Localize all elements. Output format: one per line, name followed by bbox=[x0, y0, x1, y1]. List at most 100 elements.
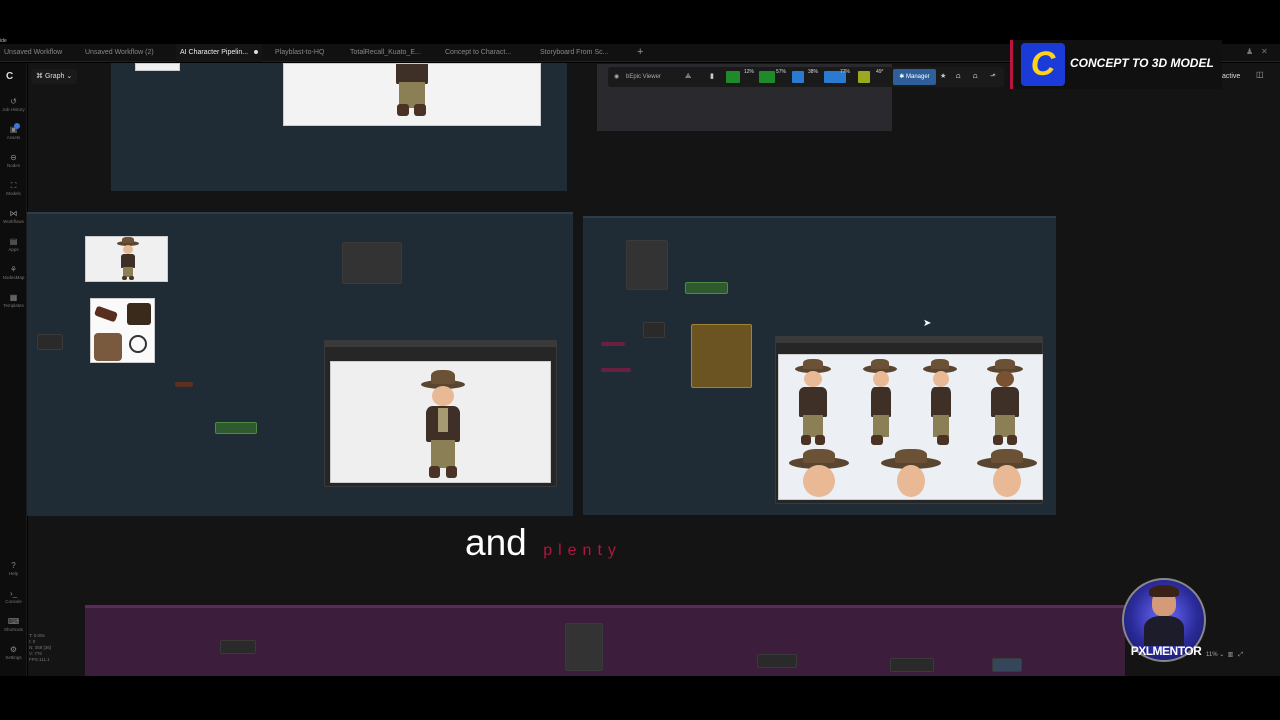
manager-icon: ✱ bbox=[899, 74, 906, 80]
tab-unsaved-workflow[interactable]: Unsaved Workflow bbox=[0, 44, 66, 62]
app-logo-icon[interactable]: C bbox=[6, 71, 13, 82]
sidebar-item-help[interactable]: ? Help bbox=[0, 561, 27, 576]
preview-node[interactable] bbox=[324, 340, 557, 487]
graph-mode-button[interactable]: ⌘ Graph ⌄ bbox=[31, 69, 78, 84]
unsaved-dot-icon bbox=[254, 50, 259, 55]
turnaround-sheet-image bbox=[778, 354, 1043, 500]
zoom-control[interactable]: 11% ⌄ ▥ ⤢ bbox=[1206, 651, 1243, 659]
star-icon[interactable]: ★ bbox=[940, 67, 946, 87]
tab-storyboard[interactable]: Storyboard From Sc... bbox=[536, 44, 612, 62]
node-box[interactable] bbox=[890, 658, 934, 672]
notification-badge bbox=[14, 123, 20, 129]
tab-label: AI Character Pipelin... bbox=[180, 49, 249, 56]
node-group-top[interactable] bbox=[111, 63, 567, 191]
chevron-down-icon: ⌄ bbox=[1219, 652, 1226, 658]
cpu-bar bbox=[726, 71, 740, 83]
fit-view-icon[interactable]: ⤢ bbox=[1237, 652, 1243, 658]
whip-prop bbox=[93, 305, 119, 323]
user-icon[interactable]: ♟ bbox=[1246, 47, 1253, 56]
viewer-icon[interactable]: ◉ bbox=[614, 67, 619, 87]
temp-bar bbox=[858, 71, 870, 83]
node-box[interactable] bbox=[37, 334, 63, 350]
close-icon[interactable]: ✕ bbox=[1261, 47, 1268, 56]
caption-word-2: plenty bbox=[543, 542, 622, 559]
tab-concept-to-character[interactable]: Concept to Charact... bbox=[441, 44, 515, 62]
node-box[interactable] bbox=[643, 322, 665, 338]
history-icon: ↺ bbox=[10, 97, 17, 106]
character-figure bbox=[390, 64, 434, 125]
manager-button[interactable]: ✱ Manager bbox=[893, 69, 936, 85]
ram-value: 57% bbox=[776, 69, 787, 75]
node-box[interactable] bbox=[175, 382, 193, 387]
node-box[interactable] bbox=[342, 242, 402, 284]
sidebar-item-settings[interactable]: ⚙ Settings bbox=[0, 645, 27, 660]
console-icon: ›_ bbox=[9, 589, 18, 598]
node-box[interactable] bbox=[601, 368, 631, 372]
minimap-icon[interactable]: ▥ bbox=[1226, 652, 1235, 658]
viewer-label[interactable]: bEpic Viewer bbox=[626, 67, 661, 87]
mouse-cursor-icon: ➤ bbox=[923, 318, 932, 329]
gpu-bar bbox=[792, 71, 804, 83]
brush-icon[interactable]: ⬏ bbox=[990, 67, 996, 87]
app-root: ide ◉ bEpic Viewer ⟁ ▮ 12% 57% 38% 77% 4… bbox=[0, 0, 1280, 720]
bag-prop bbox=[127, 303, 151, 325]
tab-playblast[interactable]: Playblast-to-HQ bbox=[271, 44, 328, 62]
node-box[interactable] bbox=[691, 324, 752, 388]
node-box[interactable] bbox=[601, 342, 625, 346]
tab-unsaved-workflow-2[interactable]: Unsaved Workflow (2) bbox=[81, 44, 158, 62]
graph-icon: ⌘ bbox=[36, 73, 45, 80]
node-box[interactable] bbox=[685, 282, 728, 294]
ram-bar bbox=[759, 71, 775, 83]
mesh-icon[interactable]: ⟁ bbox=[685, 67, 691, 87]
bench-icon[interactable]: ⩍ bbox=[956, 67, 961, 87]
caption-word-1: and bbox=[465, 522, 527, 563]
brand-title: CONCEPT TO 3D MODEL bbox=[1070, 56, 1214, 70]
sidebar-item-shortcuts[interactable]: ⌨ Shortcuts bbox=[0, 617, 27, 632]
node-group-bottom[interactable] bbox=[85, 605, 1125, 676]
subtitle-caption: and plenty bbox=[465, 522, 622, 564]
sidebar-item-workflows[interactable]: ⋈ Workflows bbox=[0, 209, 27, 224]
add-tab-icon[interactable]: + bbox=[637, 44, 643, 62]
settings-icon: ⚙ bbox=[9, 645, 18, 654]
node-box[interactable] bbox=[626, 240, 668, 290]
sidebar-item-apps[interactable]: ▤ Apps bbox=[0, 237, 27, 252]
bench2-icon[interactable]: ⩍ bbox=[973, 67, 978, 87]
rope-prop bbox=[129, 335, 147, 353]
zoom-value: 11% bbox=[1206, 652, 1218, 658]
gpu-value: 38% bbox=[808, 69, 819, 75]
manager-label: Manager bbox=[906, 74, 930, 80]
sidebar-item-assets[interactable]: ▣ Assets bbox=[0, 123, 27, 140]
sidebar-item-templates[interactable]: ▦ Templates bbox=[0, 293, 27, 308]
node-box[interactable] bbox=[757, 654, 797, 668]
render-stats: T: 0.00s I: 0 N: 368 [36] V: 776 FPS:111… bbox=[29, 633, 52, 662]
node-group-right[interactable] bbox=[583, 216, 1056, 515]
panel-toggle-icon[interactable]: ◫ bbox=[1256, 70, 1264, 79]
bookmark-icon[interactable]: ▮ bbox=[710, 67, 714, 87]
sidebar-item-nodes[interactable]: ⊖ Nodes bbox=[0, 153, 27, 168]
workflows-icon: ⋈ bbox=[9, 209, 18, 218]
node-box[interactable] bbox=[220, 640, 256, 654]
letterbox-bottom bbox=[0, 676, 1280, 720]
cpu-value: 12% bbox=[744, 69, 755, 75]
sidebar-item-console[interactable]: ›_ Console bbox=[0, 589, 27, 604]
node-box[interactable] bbox=[215, 422, 257, 434]
tab-totalrecall[interactable]: TotalRecall_Kuato_E... bbox=[346, 44, 425, 62]
brand-logo: C bbox=[1021, 43, 1065, 86]
character-thumb bbox=[85, 236, 168, 282]
sidebar-item-job-history[interactable]: ↺ Job History bbox=[0, 97, 27, 112]
models-icon: ⛶ bbox=[10, 181, 17, 190]
brand-badge: C CONCEPT TO 3D MODEL bbox=[1010, 40, 1222, 89]
tab-ai-character-pipeline[interactable]: AI Character Pipelin... bbox=[176, 44, 263, 62]
node-box[interactable] bbox=[565, 623, 603, 671]
apps-icon: ▤ bbox=[9, 237, 18, 246]
node-box[interactable] bbox=[992, 658, 1022, 672]
letterbox-top: ide bbox=[0, 0, 1280, 44]
left-sidebar: C ↺ Job History ▣ Assets ⊖ Nodes ⛶ Model… bbox=[0, 63, 51, 676]
sidebar-item-models[interactable]: ⛶ Models bbox=[0, 181, 27, 196]
turnaround-node[interactable] bbox=[775, 336, 1043, 504]
sidebar-item-nodesmap[interactable]: ⚘ NodesMap bbox=[0, 265, 27, 280]
interactive-toggle[interactable]: active bbox=[1222, 70, 1240, 84]
face-prop bbox=[94, 333, 122, 361]
node-group-left[interactable] bbox=[27, 212, 573, 516]
nodesmap-icon: ⚘ bbox=[9, 265, 18, 274]
